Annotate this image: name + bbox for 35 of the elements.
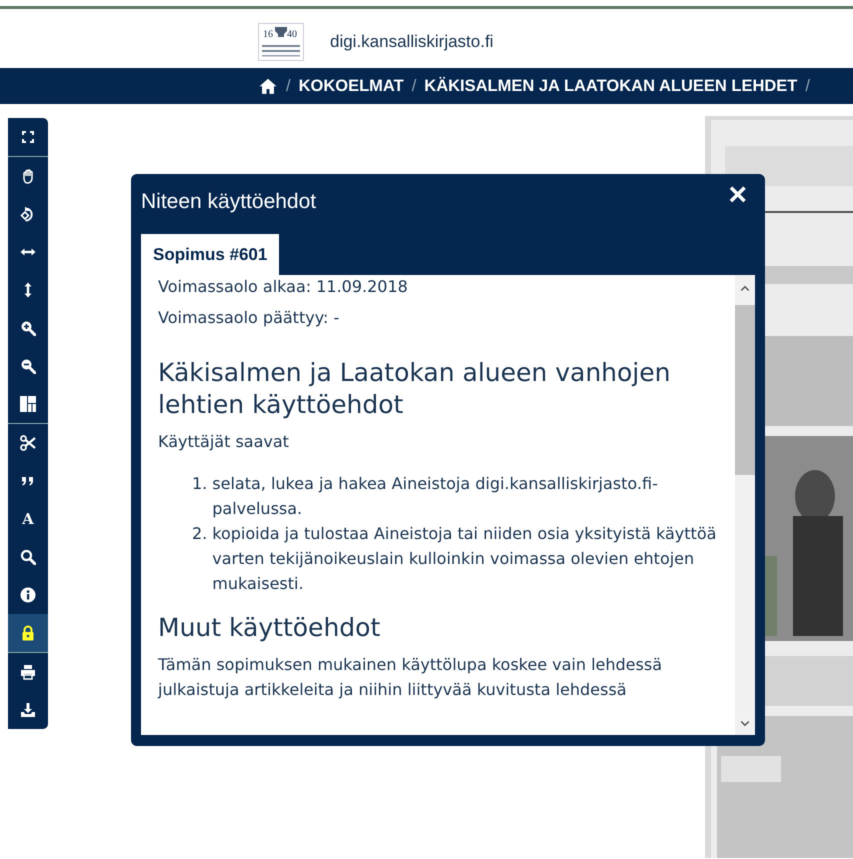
close-button[interactable]: × [724,178,751,210]
search-icon [20,549,36,565]
library-logo[interactable]: 16 40 [258,23,304,61]
paragraph: Tämän sopimuksen mukainen käyttölupa koskee vain lehdessä julkaistuja artikkeleita ja niihin liittyvää kuvitusta lehdessä [158,654,663,701]
fullscreen-icon [20,129,36,145]
page-layout-icon [20,396,36,412]
scrollbar[interactable] [735,275,755,735]
site-name[interactable]: digi.kansalliskirjasto.fi [330,29,494,55]
section-heading: Käkisalmen ja Laatokan alueen vanhojen lehtien käyttöehdot [158,356,672,422]
list-number: 2. [192,522,208,545]
home-icon[interactable] [258,77,278,95]
paragraph: Voimassaolo alkaa: 11.09.2018 [158,276,409,298]
info-icon [20,587,36,603]
scissors-icon [20,435,36,451]
breadcrumb-separator: / [805,76,810,97]
breadcrumb-link[interactable]: KÄKISALMEN JA LAATOKAN ALUEEN LEHDET [424,74,798,98]
text-button[interactable]: A [8,500,48,538]
paragraph: Voimassaolo päättyy: - [158,306,340,329]
list-item-text: kopioida ja tulostaa Aineistoja tai niiden osia yksityistä käyttöä varten tekijänoikeuslain kulloinkin voimassa olevien ehtojen mukaisesti. [212,522,718,595]
list-item-text: selata, lukea ja hakea Aineistoja digi.kansalliskirjasto.fi-palvelussa. [212,473,659,520]
zoom-out-icon [20,358,36,374]
dialog-title: Niteen käyttöehdot [141,189,316,215]
scrollbar-thumb[interactable] [735,305,755,475]
paragraph: Käyttäjät saavat [158,430,290,453]
list-number: 1. [192,473,208,496]
breadcrumb-separator: / [412,76,416,97]
tab[interactable]: Sopimus #601 [141,234,280,275]
breadcrumb-link[interactable]: KOKOELMAT [298,74,404,98]
download-icon [20,702,36,718]
padlock-icon [20,625,36,641]
breadcrumb-separator: / [286,76,291,97]
section-heading: Muut käyttöehdot [158,612,382,644]
padlock-button[interactable] [8,614,48,652]
zoom-in-icon [20,320,36,336]
printer-icon [20,664,36,680]
